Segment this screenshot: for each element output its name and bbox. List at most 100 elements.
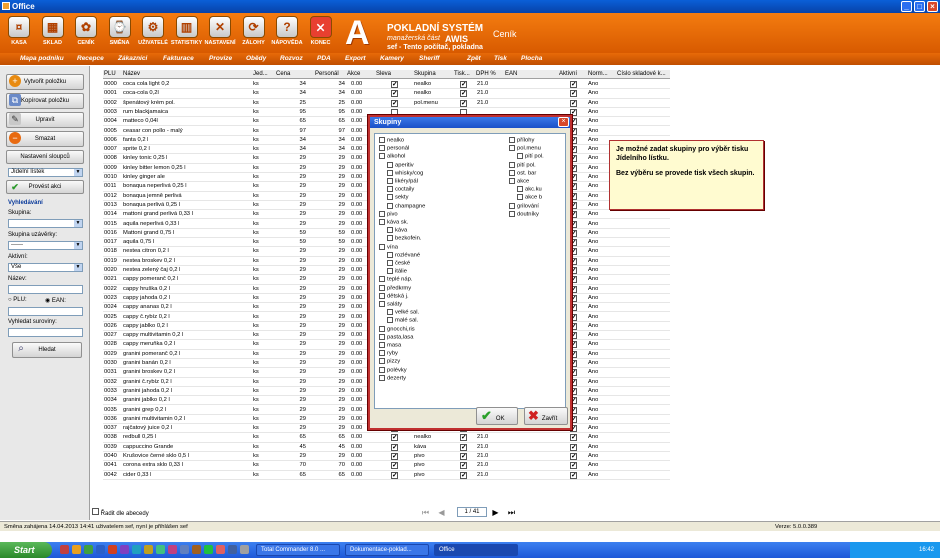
column-header[interactable]: Tisk... — [454, 71, 470, 77]
group-checkbox[interactable]: vína — [379, 243, 398, 250]
page-indicator[interactable]: 1 / 41 — [457, 507, 487, 517]
sort-alpha-checkbox[interactable]: Řadit dle abecedy — [92, 508, 149, 517]
group-checkbox[interactable]: itálie — [387, 268, 407, 275]
group-checkbox[interactable]: saláty — [379, 301, 402, 308]
column-header[interactable]: DPH % — [476, 71, 496, 77]
checkbox-icon[interactable]: ✓ — [391, 453, 398, 460]
column-header[interactable]: Akce — [347, 71, 360, 77]
table-row[interactable]: 0041 corona extra sklo 0,33 l ks 70 70 0.00 ✓ p… — [103, 461, 670, 471]
group-checkbox[interactable]: přílohy — [509, 137, 534, 144]
quicklaunch-icon[interactable] — [168, 545, 177, 554]
quicklaunch-icon[interactable] — [156, 545, 165, 554]
close-button[interactable]: × — [927, 1, 938, 12]
quicklaunch-icon[interactable] — [132, 545, 141, 554]
quicklaunch-icon[interactable] — [228, 545, 237, 554]
checkbox-icon[interactable]: ✓ — [391, 471, 398, 479]
task-office[interactable]: Office — [434, 544, 518, 556]
menu-item[interactable]: Sheriff — [419, 55, 439, 62]
column-header[interactable]: EAN — [505, 71, 517, 77]
checkbox-icon[interactable]: ✓ — [391, 99, 398, 107]
checkbox-icon[interactable]: ✓ — [460, 434, 467, 442]
checkbox-icon[interactable]: ✓ — [570, 99, 577, 107]
group-checkbox[interactable]: nealko — [379, 137, 404, 144]
column-header[interactable]: Název — [123, 71, 140, 77]
quicklaunch-icon[interactable] — [180, 545, 189, 554]
prev-page-icon[interactable]: ◀ — [436, 507, 447, 518]
cash-button[interactable]: ¤ KASA — [3, 15, 35, 53]
checkbox-icon[interactable]: ✓ — [460, 81, 467, 88]
lock-group-select[interactable]: ------ ▼ — [8, 241, 83, 250]
group-checkbox[interactable]: grilování — [509, 202, 539, 209]
checkbox-icon[interactable]: ✓ — [570, 453, 577, 460]
menu-item[interactable]: Recepce — [77, 55, 104, 62]
checkbox-icon[interactable]: ✓ — [570, 90, 577, 98]
menu-item[interactable]: Mapa podniku — [20, 55, 64, 62]
name-input[interactable] — [8, 285, 83, 294]
users-button[interactable]: ⚙ UŽIVATELÉ — [137, 15, 169, 53]
ok-button[interactable]: ✔ OK — [476, 407, 518, 425]
column-header[interactable]: Sleva — [376, 71, 391, 77]
column-settings-button[interactable]: Nastavení sloupců — [6, 150, 84, 164]
dialog-close-icon[interactable]: × — [558, 117, 569, 127]
group-checkbox[interactable]: akc.ku — [517, 186, 542, 193]
table-row[interactable]: 0000 coca cola light 0,2 ks 34 34 0.00 ✓ nealko… — [103, 80, 670, 90]
quicklaunch-icon[interactable] — [216, 545, 225, 554]
menu-item[interactable]: Plocha — [521, 55, 542, 62]
group-checkbox[interactable]: ost. bar — [509, 169, 536, 176]
menu-item[interactable]: Kamery — [380, 55, 404, 62]
checkbox-icon[interactable]: ✓ — [460, 462, 467, 470]
group-checkbox[interactable]: ryby — [379, 350, 398, 357]
group-checkbox[interactable]: aperitiv — [387, 161, 414, 168]
group-checkbox[interactable]: pol.menu — [509, 145, 541, 152]
table-row[interactable]: 0042 cider 0,33 l ks 65 65 0.00 ✓ pivo ✓ 21.0 ✓ Ano — [103, 471, 670, 480]
checkbox-icon[interactable]: ✓ — [460, 99, 467, 107]
quicklaunch-icon[interactable] — [96, 545, 105, 554]
menu-item[interactable]: Zpět — [467, 55, 481, 62]
group-checkbox[interactable]: dětská j. — [379, 292, 409, 299]
group-checkbox[interactable]: velké sal. — [387, 309, 419, 316]
checkbox-icon[interactable]: ✓ — [570, 471, 577, 479]
first-page-icon[interactable]: ⏮ — [420, 507, 431, 518]
group-checkbox[interactable]: champagne — [387, 202, 425, 209]
group-checkbox[interactable]: předkrmy — [379, 284, 411, 291]
quicklaunch-icon[interactable] — [84, 545, 93, 554]
group-checkbox[interactable]: akce b — [517, 194, 542, 201]
pricelist-button[interactable]: ✿ CENÍK — [70, 15, 102, 53]
checkbox-icon[interactable]: ✓ — [570, 443, 577, 451]
group-checkbox[interactable]: likéry/pál — [387, 178, 418, 185]
code-input[interactable] — [8, 307, 83, 316]
group-checkbox[interactable]: káva — [387, 227, 407, 234]
quicklaunch-icon[interactable] — [144, 545, 153, 554]
checkbox-icon[interactable]: ✓ — [570, 434, 577, 442]
group-checkbox[interactable]: pizzy — [379, 358, 400, 365]
statistics-button[interactable]: ▥ STATISTIKY — [171, 15, 203, 53]
checkbox-icon[interactable]: ✓ — [391, 81, 398, 88]
table-row[interactable]: 0001 coca-cola 0,2l ks 34 34 0.00 ✓ nealko ✓ 21.0… — [103, 89, 670, 99]
group-checkbox[interactable]: pití pol. — [509, 161, 536, 168]
group-checkbox[interactable]: káva sk. — [379, 219, 408, 226]
group-checkbox[interactable]: české — [387, 260, 410, 267]
start-button[interactable]: Start — [0, 542, 52, 558]
table-row[interactable]: 0039 cappuccino Grande ks 45 45 0.00 ✓ káva ✓ 21.… — [103, 443, 670, 452]
column-header[interactable]: PLU — [104, 71, 116, 77]
delete-item-button[interactable]: − Smazat — [6, 131, 84, 147]
menu-item[interactable]: Fakturace — [163, 55, 194, 62]
menu-item[interactable]: Tisk — [494, 55, 507, 62]
shift-button[interactable]: ⌚ SMĚNA — [104, 15, 136, 53]
minimize-button[interactable]: _ — [901, 1, 912, 12]
print-type-select[interactable]: Jídelní lístek ▼ — [8, 168, 83, 177]
column-header[interactable]: Norm... — [588, 71, 608, 77]
warehouse-button[interactable]: ▦ SKLAD — [37, 15, 69, 53]
menu-item[interactable]: Export — [345, 55, 366, 62]
exit-button[interactable]: ⨯ KONEC — [305, 15, 337, 53]
checkbox-icon[interactable]: ✓ — [391, 443, 398, 451]
copy-item-button[interactable]: ⧉ Kopírovat položku — [6, 93, 84, 109]
group-checkbox[interactable]: coctaily — [387, 186, 414, 193]
task-total-commander[interactable]: Total Commander 8.0 ... — [256, 544, 340, 556]
column-header[interactable]: Aktivní — [559, 71, 577, 77]
quicklaunch-icon[interactable] — [120, 545, 129, 554]
column-header[interactable]: Personál — [315, 71, 339, 77]
group-checkbox[interactable]: akce — [509, 178, 529, 185]
group-checkbox[interactable]: bezkofein. — [387, 235, 421, 242]
quicklaunch-icon[interactable] — [72, 545, 81, 554]
